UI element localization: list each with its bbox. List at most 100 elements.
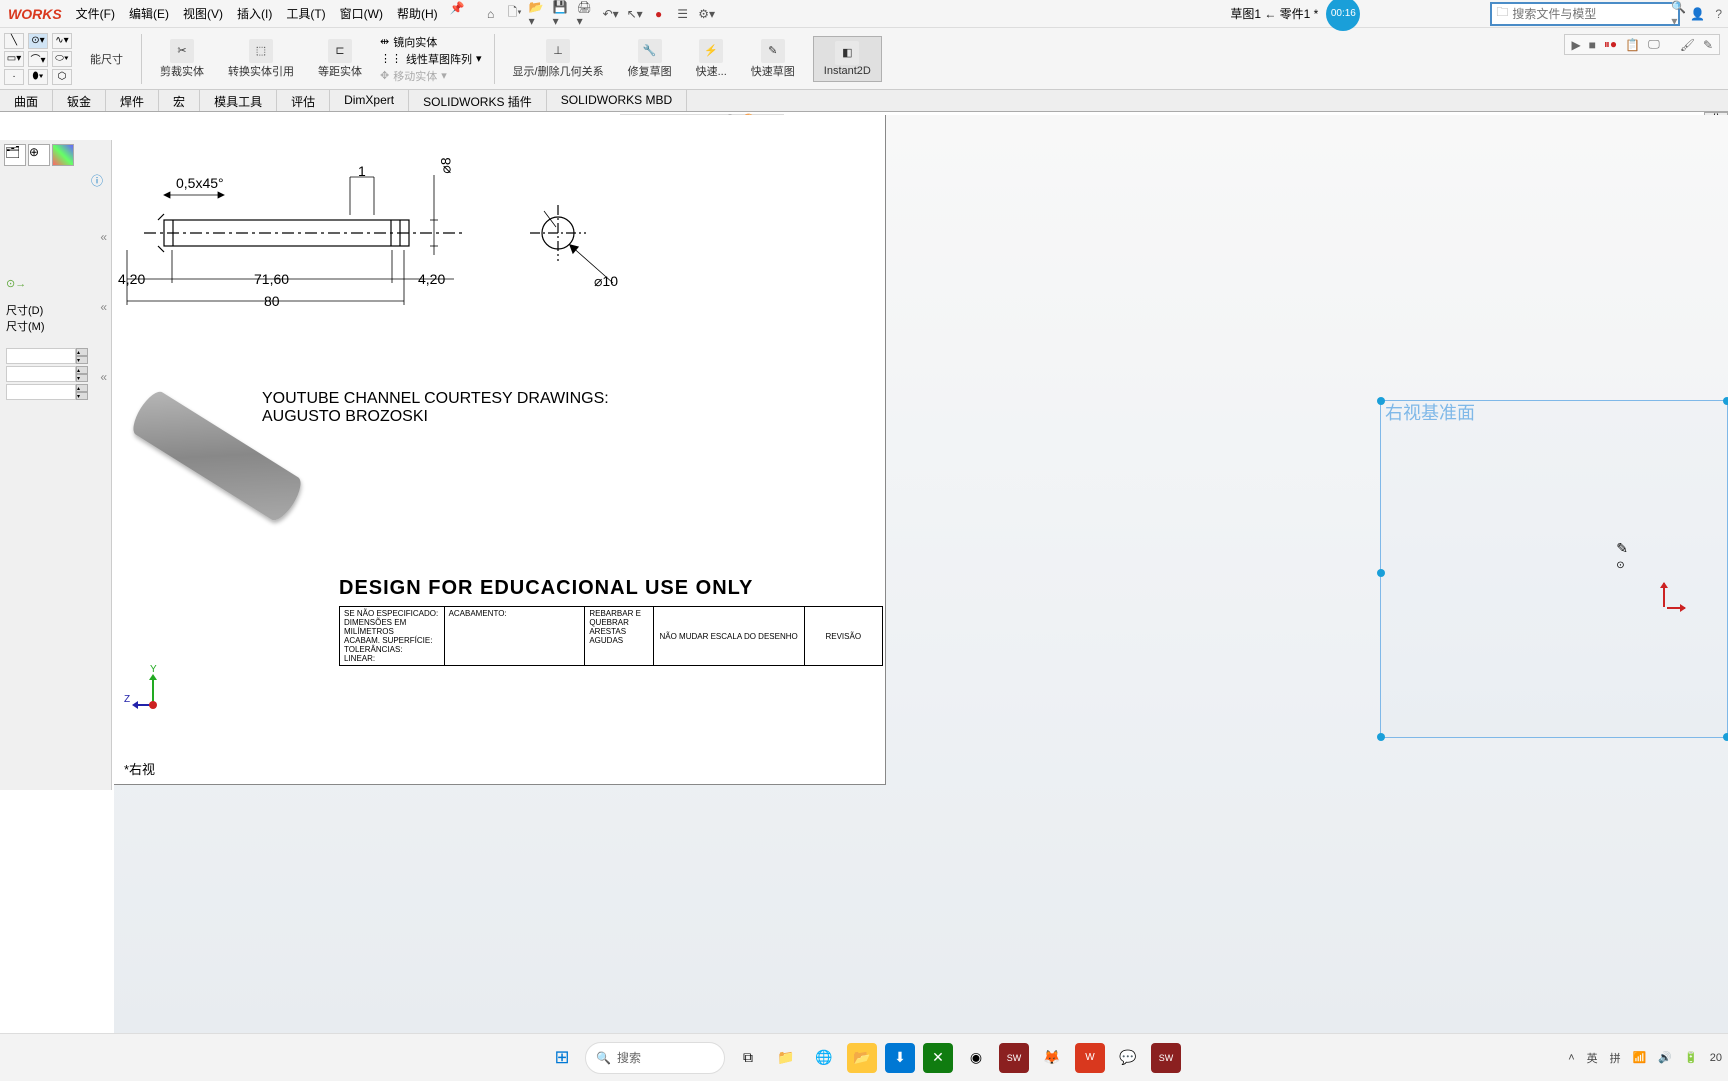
property-tab-icon[interactable]: ⊕ <box>28 144 50 166</box>
pause-record-icon[interactable]: ⏸● <box>1604 37 1617 52</box>
pin-icon[interactable]: 📌 <box>450 1 465 26</box>
ime-en[interactable]: 英 <box>1587 1050 1598 1066</box>
tab-sheetmetal[interactable]: 钣金 <box>53 90 106 111</box>
select-icon[interactable]: ↖▾ <box>625 4 645 24</box>
arc-tool-icon[interactable]: ⌒▾ <box>28 51 48 67</box>
new-icon[interactable]: 🗋▾ <box>505 4 525 24</box>
annotate-icon[interactable]: ✎ <box>1703 38 1713 52</box>
play-icon[interactable]: ▶ <box>1571 38 1580 52</box>
sw-icon[interactable]: SW <box>999 1043 1029 1073</box>
home-icon[interactable]: ⌂ <box>481 4 501 24</box>
start-button[interactable]: ⊞ <box>547 1043 577 1073</box>
tab-evaluate[interactable]: 评估 <box>277 90 330 111</box>
panel-collapse-icon[interactable]: « <box>100 230 107 244</box>
plane-handle-tl[interactable] <box>1377 397 1385 405</box>
tab-addins[interactable]: SOLIDWORKS 插件 <box>409 90 547 111</box>
settings-icon[interactable]: ⚙▾ <box>697 4 717 24</box>
taskbar-search[interactable]: 🔍搜索 <box>585 1042 725 1074</box>
task-view-icon[interactable]: ⧉ <box>733 1043 763 1073</box>
folder-icon[interactable]: 📂 <box>847 1043 877 1073</box>
point-tool-icon[interactable]: · <box>4 69 24 85</box>
relations-button[interactable]: ⊥ 显示/删除几何关系 <box>507 37 610 81</box>
xbox-icon[interactable]: ✕ <box>923 1043 953 1073</box>
quick-button[interactable]: ⚡ 快速... <box>690 37 733 81</box>
trim-button[interactable]: ✂ 剪裁实体 <box>154 37 210 81</box>
smart-dimension-button[interactable]: 能尺寸 <box>84 49 129 69</box>
explorer-icon[interactable]: 📁 <box>771 1043 801 1073</box>
line-tool-icon[interactable]: ╲ <box>4 33 24 49</box>
tab-surface[interactable]: 曲面 <box>0 90 53 111</box>
param-input-3[interactable] <box>6 384 76 400</box>
rebuild-icon[interactable]: ● <box>649 4 669 24</box>
config-tab-icon[interactable] <box>52 144 74 166</box>
wps-icon[interactable]: W <box>1075 1043 1105 1073</box>
tab-mold[interactable]: 模具工具 <box>200 90 277 111</box>
ellipse-tool-icon[interactable]: ⬭▾ <box>52 51 72 67</box>
wechat-icon[interactable]: 💬 <box>1113 1043 1143 1073</box>
tab-dimxpert[interactable]: DimXpert <box>330 90 409 111</box>
ime-pinyin[interactable]: 拼 <box>1610 1050 1621 1066</box>
feature-tree-tab-icon[interactable]: 🗂 <box>4 144 26 166</box>
plane-handle-br[interactable] <box>1723 733 1728 741</box>
graphics-area[interactable]: 0,5x45° 1 ⌀8 4,20 71,60 4,20 80 ⌀10 YOUT… <box>114 115 1728 1044</box>
volume-icon[interactable]: 🔊 <box>1658 1051 1672 1064</box>
spin-up-icon[interactable]: ▴ <box>76 348 88 356</box>
offset-entities-button[interactable]: ⊏ 等距实体 <box>312 37 368 81</box>
spline-tool-icon[interactable]: ∿▾ <box>52 33 72 49</box>
move-button[interactable]: ✥移动实体▾ <box>380 68 482 84</box>
help-icon[interactable]: ? <box>1715 7 1722 21</box>
quick-sketch-button[interactable]: ✎ 快速草图 <box>745 37 801 81</box>
save-icon[interactable]: 💾▾ <box>553 4 573 24</box>
menu-view[interactable]: 视图(V) <box>177 1 229 26</box>
mirror-button[interactable]: ⇹镜向实体 <box>380 34 482 50</box>
panel-collapse2-icon[interactable]: « <box>100 300 107 314</box>
polygon-tool-icon[interactable]: ⬡ <box>52 69 72 85</box>
panel-collapse3-icon[interactable]: « <box>100 370 107 384</box>
circle-tool-icon[interactable]: ⊙▾ <box>28 33 48 49</box>
repair-sketch-button[interactable]: 🔧 修复草图 <box>622 37 678 81</box>
user-icon[interactable]: 👤 <box>1690 7 1705 21</box>
clock[interactable]: 20 <box>1710 1052 1722 1064</box>
slot-tool-icon[interactable]: ⬮▾ <box>28 69 48 85</box>
sketch-plane[interactable]: 右视基准面 <box>1380 400 1728 738</box>
tab-macro[interactable]: 宏 <box>159 90 200 111</box>
wifi-icon[interactable]: 📶 <box>1633 1051 1647 1064</box>
param-input-2[interactable] <box>6 366 76 382</box>
edge-icon[interactable]: 🌐 <box>809 1043 839 1073</box>
solidworks-taskbar-icon[interactable]: SW <box>1151 1043 1181 1073</box>
menu-edit[interactable]: 编辑(E) <box>123 1 175 26</box>
tray-chevron-icon[interactable]: ˄ <box>1568 1052 1574 1064</box>
spin-down-icon[interactable]: ▾ <box>76 392 88 400</box>
convert-entities-button[interactable]: ⬚ 转换实体引用 <box>222 37 300 81</box>
recorder-icon[interactable]: 📋 <box>1625 38 1640 52</box>
menu-insert[interactable]: 插入(I) <box>231 1 278 26</box>
rect-tool-icon[interactable]: ▭▾ <box>4 51 24 67</box>
firefox-icon[interactable]: 🦊 <box>1037 1043 1067 1073</box>
param-input-1[interactable] <box>6 348 76 364</box>
orientation-triad[interactable]: Y Z <box>134 674 174 714</box>
spin-up-icon[interactable]: ▴ <box>76 366 88 374</box>
pattern-button[interactable]: ⋮⋮线性草图阵列▾ <box>380 51 482 67</box>
paint-icon[interactable]: 🖌 <box>1680 38 1695 52</box>
store-icon[interactable]: ⬇ <box>885 1043 915 1073</box>
plane-handle-bl[interactable] <box>1377 733 1385 741</box>
spin-up-icon[interactable]: ▴ <box>76 384 88 392</box>
plane-handle-tr[interactable] <box>1723 397 1728 405</box>
battery-icon[interactable]: 🔋 <box>1684 1051 1698 1064</box>
undo-icon[interactable]: ↶▾ <box>601 4 621 24</box>
search-bar[interactable]: 🗀 🔍▾ <box>1490 2 1680 26</box>
spin-down-icon[interactable]: ▾ <box>76 374 88 382</box>
stop-icon[interactable]: ■ <box>1589 38 1596 52</box>
spin-down-icon[interactable]: ▾ <box>76 356 88 364</box>
panel-help-icon[interactable]: ⓘ <box>0 170 111 191</box>
plane-handle-l[interactable] <box>1377 569 1385 577</box>
search-input[interactable] <box>1512 7 1667 21</box>
chrome-icon[interactable]: ◉ <box>961 1043 991 1073</box>
search-icon[interactable]: 🔍▾ <box>1667 0 1690 28</box>
tab-mbd[interactable]: SOLIDWORKS MBD <box>547 90 687 111</box>
print-icon[interactable]: 🖨▾ <box>577 4 597 24</box>
menu-file[interactable]: 文件(F) <box>70 1 121 26</box>
tab-weldment[interactable]: 焊件 <box>106 90 159 111</box>
instant2d-button[interactable]: ◧ Instant2D <box>813 36 882 82</box>
menu-help[interactable]: 帮助(H) <box>391 1 444 26</box>
